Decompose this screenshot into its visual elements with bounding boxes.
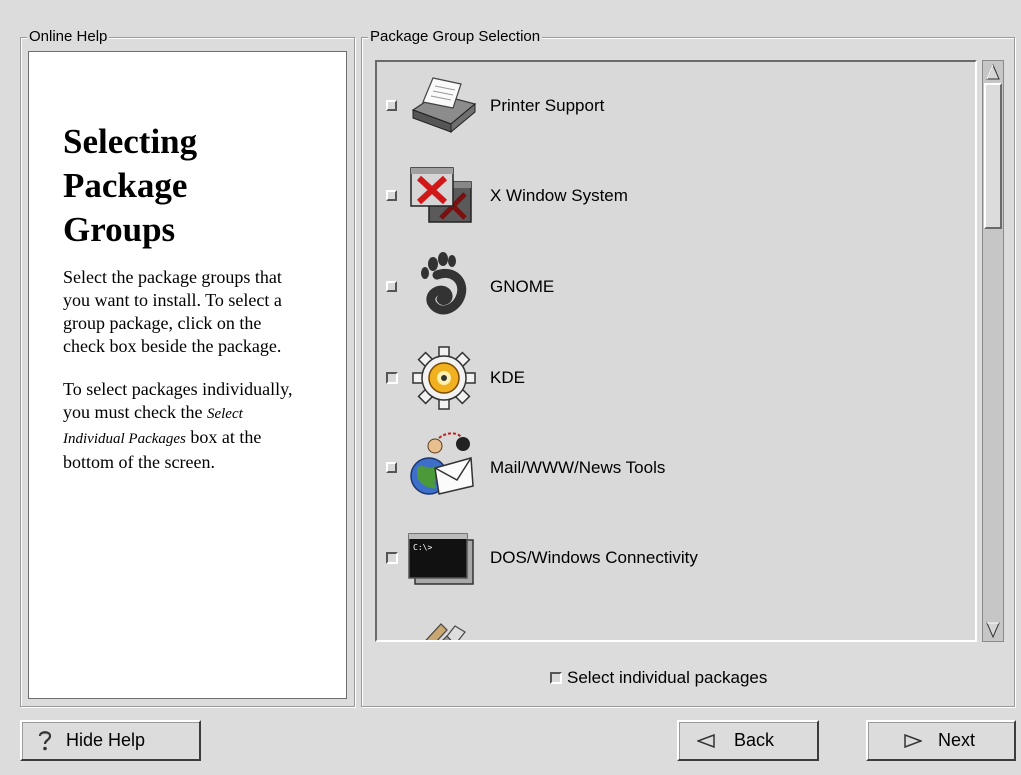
next-label: Next: [938, 730, 976, 750]
help-paragraph-2: To select packages individually, you mus…: [63, 378, 303, 474]
svg-text:C:\>: C:\>: [413, 543, 432, 552]
help-title: Selecting Package Groups: [63, 120, 326, 252]
package-row-printer-support[interactable]: Printer Support: [377, 62, 967, 152]
package-group-list: Printer Support X Window System GNOME KD…: [375, 60, 977, 642]
question-mark-icon: [38, 731, 52, 751]
package-checkbox[interactable]: [386, 462, 397, 473]
hide-help-button[interactable]: Hide Help: [20, 720, 201, 761]
left-triangle-icon: [697, 734, 715, 748]
package-row-gnome[interactable]: GNOME: [377, 243, 967, 333]
help-pane: Selecting Package Groups Select the pack…: [28, 51, 347, 699]
package-row-mail-www-news-tools[interactable]: Mail/WWW/News Tools: [377, 424, 967, 514]
gnome-foot-icon: [421, 252, 467, 315]
package-checkbox[interactable]: [386, 372, 398, 384]
select-individual-checkbox-box[interactable]: [550, 672, 562, 684]
package-row-partial[interactable]: [377, 602, 967, 640]
online-help-frame-label: Online Help: [27, 28, 110, 46]
help-title-line-2: Package: [63, 166, 188, 205]
scroll-down-arrow-icon[interactable]: [985, 621, 1001, 639]
terminal-icon: C:\>: [408, 533, 474, 585]
package-label: DOS/Windows Connectivity: [490, 548, 698, 567]
package-checkbox[interactable]: [386, 552, 398, 564]
help-title-line-3: Groups: [63, 210, 176, 249]
hide-help-label: Hide Help: [66, 730, 146, 750]
help-paragraph-2-prefix: To select packages individually, you mus…: [63, 379, 293, 422]
package-row-x-window-system[interactable]: X Window System: [377, 152, 967, 242]
kde-gear-icon: [412, 346, 476, 410]
right-triangle-icon: [904, 734, 922, 748]
help-title-line-1: Selecting: [63, 122, 198, 161]
help-paragraph-1: Select the package groups that you want …: [63, 267, 282, 356]
package-group-frame-label: Package Group Selection: [368, 28, 543, 46]
scrollbar-thumb[interactable]: [984, 83, 1002, 229]
mail-globe-icon: [410, 432, 474, 495]
package-checkbox[interactable]: [386, 281, 397, 292]
package-label: Mail/WWW/News Tools: [490, 458, 666, 477]
scroll-up-arrow-icon[interactable]: [985, 63, 1001, 81]
select-individual-label: Select individual packages: [567, 668, 768, 687]
package-label: KDE: [490, 368, 525, 387]
back-label: Back: [734, 730, 775, 750]
package-checkbox[interactable]: [386, 190, 397, 201]
back-button[interactable]: Back: [677, 720, 819, 761]
online-help-frame: Online Help Selecting Package Groups Sel…: [20, 28, 355, 707]
package-label: GNOME: [490, 277, 555, 296]
package-label: Printer Support: [490, 96, 605, 115]
package-group-frame: Package Group Selection Printer Support: [361, 28, 1015, 707]
package-row-dos-windows-connectivity[interactable]: C:\> DOS/Windows Connectivity: [377, 514, 967, 604]
package-row-kde[interactable]: KDE: [377, 334, 967, 424]
package-checkbox[interactable]: [386, 100, 397, 111]
tools-icon: [425, 623, 466, 640]
package-list-scrollbar[interactable]: [982, 60, 1004, 642]
next-button[interactable]: Next: [866, 720, 1016, 761]
x-window-icon: [410, 167, 472, 223]
package-label: X Window System: [490, 186, 628, 205]
printer-icon: [411, 77, 477, 134]
